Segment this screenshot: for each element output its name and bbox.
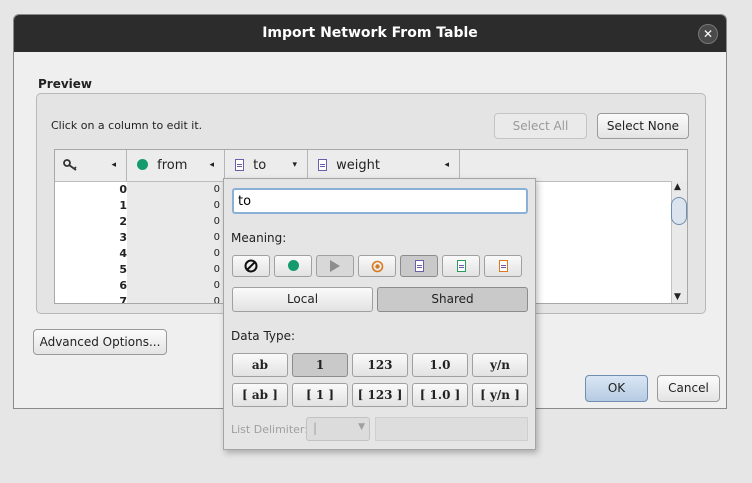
- row-index: 3: [119, 231, 127, 244]
- scope-shared-button[interactable]: Shared: [377, 287, 528, 312]
- select-none-button[interactable]: Select None: [597, 113, 689, 139]
- column-header-to[interactable]: to ▾: [225, 150, 308, 181]
- meaning-source-attribute-button[interactable]: [400, 255, 438, 277]
- column-name-from: from: [157, 158, 188, 173]
- meaning-label: Meaning:: [231, 231, 287, 245]
- list-delimiter-label: List Delimiter:: [231, 423, 308, 436]
- from-cell: 0: [127, 214, 223, 230]
- title-bar: Import Network From Table ✕: [14, 15, 726, 52]
- cancel-button[interactable]: Cancel: [657, 375, 720, 402]
- scrollbar-thumb[interactable]: [671, 197, 687, 225]
- select-all-button[interactable]: Select All: [494, 113, 587, 139]
- type-string-button[interactable]: ab: [232, 353, 288, 377]
- advanced-options-button[interactable]: Advanced Options...: [33, 329, 167, 355]
- edge-attribute-icon: [456, 260, 466, 272]
- dialog-title: Import Network From Table: [262, 25, 478, 41]
- close-button[interactable]: ✕: [698, 24, 718, 44]
- preview-label: Preview: [38, 77, 93, 91]
- none-icon: [244, 259, 258, 273]
- row-index: 7: [119, 295, 127, 304]
- column-header-weight[interactable]: weight ◂: [308, 150, 460, 181]
- column-header-key[interactable]: ◂: [55, 150, 127, 181]
- type-double-button[interactable]: 1.0: [412, 353, 468, 377]
- meaning-interaction-button[interactable]: [316, 255, 354, 277]
- from-cell: 0: [127, 230, 223, 246]
- scroll-down-icon[interactable]: ▼: [674, 292, 681, 302]
- column-menu-arrow: ▾: [292, 160, 297, 170]
- vertical-scrollbar[interactable]: ▲ ▼: [671, 181, 687, 303]
- list-delimiter-custom-field[interactable]: [375, 417, 528, 441]
- type-long-list-button[interactable]: [ 123 ]: [352, 383, 408, 407]
- target-node-icon: [371, 260, 383, 273]
- column-name-weight: weight: [336, 158, 380, 173]
- meaning-target-node-button[interactable]: [358, 255, 396, 277]
- scope-local-button[interactable]: Local: [232, 287, 373, 312]
- target-attribute-icon: [498, 260, 508, 272]
- column-header-from[interactable]: from ◂: [127, 150, 225, 181]
- meaning-source-node-button[interactable]: [274, 255, 312, 277]
- type-integer-button[interactable]: 1: [292, 353, 348, 377]
- source-node-icon: [137, 159, 148, 170]
- row-index: 6: [119, 279, 127, 292]
- column-editor-popup: Meaning: Local Shared Data Type: ab 1 12…: [223, 178, 536, 450]
- scroll-up-icon[interactable]: ▲: [674, 182, 681, 192]
- document-icon: [235, 159, 244, 171]
- row-index: 1: [119, 199, 127, 212]
- from-cell: 0: [127, 278, 223, 294]
- from-cell: 0: [127, 262, 223, 278]
- type-double-list-button[interactable]: [ 1.0 ]: [412, 383, 468, 407]
- type-boolean-list-button[interactable]: [ y/n ]: [472, 383, 528, 407]
- from-cell: 0: [127, 198, 223, 214]
- interaction-icon: [330, 260, 340, 272]
- column-name-input[interactable]: [232, 188, 528, 214]
- row-index: 2: [119, 215, 127, 228]
- column-name-to: to: [253, 158, 267, 173]
- row-index: 5: [119, 263, 127, 276]
- chevron-down-icon: ▼: [358, 422, 365, 432]
- column-menu-arrow: ◂: [209, 160, 214, 170]
- from-cell: 0: [127, 246, 223, 262]
- column-menu-arrow: ◂: [444, 160, 449, 170]
- key-icon: [63, 159, 77, 171]
- type-integer-list-button[interactable]: [ 1 ]: [292, 383, 348, 407]
- from-cell: 0: [127, 294, 223, 303]
- close-icon: ✕: [702, 27, 714, 41]
- ok-button[interactable]: OK: [585, 375, 648, 402]
- column-menu-arrow: ◂: [111, 160, 116, 170]
- meaning-target-attribute-button[interactable]: [484, 255, 522, 277]
- meaning-edge-attribute-button[interactable]: [442, 255, 480, 277]
- list-delimiter-select[interactable]: | ▼: [306, 417, 370, 441]
- row-index: 0: [119, 183, 127, 196]
- meaning-none-button[interactable]: [232, 255, 270, 277]
- data-type-label: Data Type:: [231, 329, 296, 343]
- edit-hint: Click on a column to edit it.: [51, 119, 203, 132]
- source-attribute-icon: [414, 260, 424, 272]
- type-boolean-button[interactable]: y/n: [472, 353, 528, 377]
- from-cell: 0: [127, 182, 223, 198]
- type-long-button[interactable]: 123: [352, 353, 408, 377]
- row-index: 4: [119, 247, 127, 260]
- source-node-icon: [287, 260, 299, 271]
- document-icon: [318, 159, 327, 171]
- list-delimiter-value: |: [313, 421, 318, 435]
- type-string-list-button[interactable]: [ ab ]: [232, 383, 288, 407]
